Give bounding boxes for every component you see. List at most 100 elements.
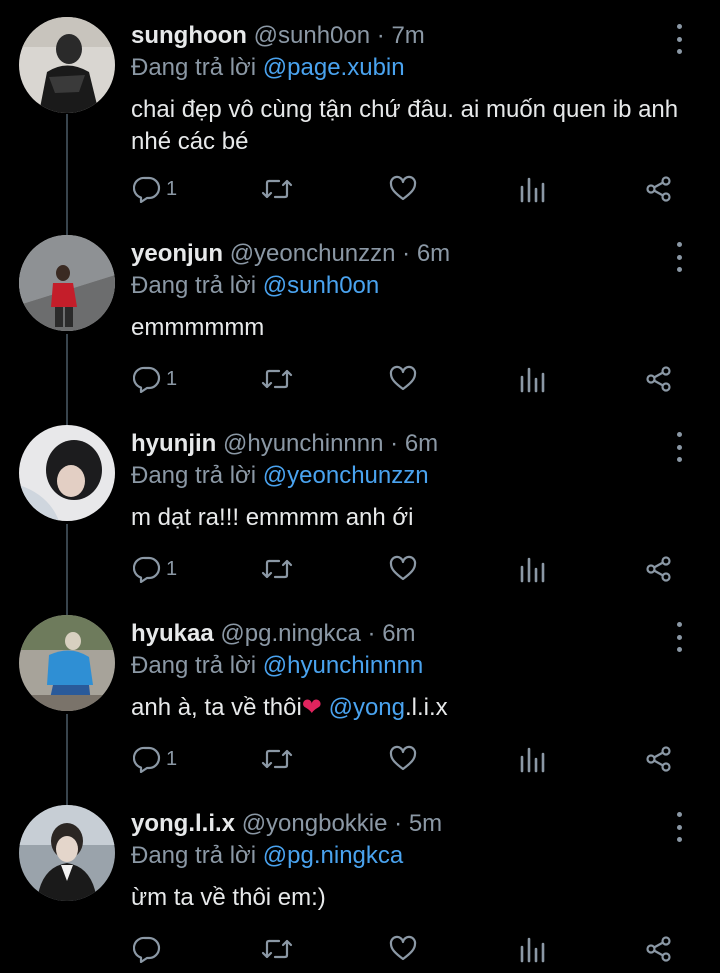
user-handle[interactable]: @pg.ningkca — [220, 620, 360, 647]
tweet-header: sunghoon @sunh0on · 7m — [131, 20, 425, 52]
analytics-button[interactable] — [518, 554, 546, 584]
display-name[interactable]: yeonjun — [131, 240, 223, 267]
replying-to: Đang trả lời @hyunchinnnn — [131, 650, 423, 682]
timestamp[interactable]: 6m — [417, 240, 450, 267]
retweet-button[interactable] — [261, 364, 293, 394]
retweet-button[interactable] — [261, 744, 293, 774]
reply-count: 1 — [166, 177, 178, 200]
timestamp[interactable]: 7m — [391, 22, 424, 49]
retweet-button[interactable] — [261, 554, 293, 584]
avatar-image — [19, 425, 115, 521]
like-icon — [389, 745, 417, 771]
like-button[interactable] — [389, 934, 417, 964]
analytics-icon — [520, 747, 545, 773]
analytics-button[interactable] — [518, 364, 546, 394]
more-icon[interactable] — [671, 432, 687, 462]
avatar[interactable] — [19, 805, 115, 901]
heart-emoji: ❤ — [301, 694, 322, 721]
tweet-actions: 1 — [0, 744, 720, 774]
timestamp[interactable]: 5m — [409, 810, 442, 837]
retweet-icon — [261, 939, 293, 959]
avatar-image — [19, 17, 115, 113]
reply-count: 1 — [166, 557, 178, 580]
tweet-text: emmmmmm — [131, 314, 265, 341]
display-name[interactable]: hyukaa — [131, 620, 214, 647]
retweet-icon — [261, 179, 293, 199]
retweet-icon — [261, 559, 293, 579]
tweet-text-part: .l.i.x — [404, 694, 448, 721]
avatar[interactable] — [19, 17, 115, 113]
mention-link[interactable]: @yong — [329, 694, 405, 721]
reply-button[interactable]: 1 — [133, 174, 177, 204]
replying-to: Đang trả lời @pg.ningkca — [131, 840, 403, 872]
share-icon — [646, 366, 671, 392]
share-button[interactable] — [645, 554, 673, 584]
user-handle[interactable]: @hyunchinnnn — [223, 430, 383, 457]
like-button[interactable] — [389, 554, 417, 584]
replying-to-handle[interactable]: @yeonchunzzn — [263, 462, 429, 489]
like-button[interactable] — [389, 364, 417, 394]
display-name[interactable]: sunghoon — [131, 22, 247, 49]
analytics-icon — [520, 937, 545, 963]
replying-to-label: Đang trả lời — [131, 842, 257, 869]
replying-to-handle[interactable]: @page.xubin — [263, 54, 405, 81]
share-icon — [646, 936, 671, 962]
avatar[interactable] — [19, 615, 115, 711]
replying-to-handle[interactable]: @hyunchinnnn — [263, 652, 423, 679]
more-icon[interactable] — [671, 812, 687, 842]
reply-icon — [133, 176, 161, 203]
like-button[interactable] — [389, 174, 417, 204]
replying-to-label: Đang trả lời — [131, 54, 257, 81]
user-handle[interactable]: @yongbokkie — [242, 810, 388, 837]
retweet-button[interactable] — [261, 934, 293, 964]
tweet-actions: 1 — [0, 554, 720, 584]
analytics-button[interactable] — [518, 744, 546, 774]
more-icon[interactable] — [671, 242, 687, 272]
replying-to-handle[interactable]: @sunh0on — [263, 272, 379, 299]
share-icon — [646, 556, 671, 582]
separator-dot: · — [367, 620, 376, 647]
avatar-image — [19, 805, 115, 901]
share-button[interactable] — [645, 174, 673, 204]
display-name[interactable]: yong.l.i.x — [131, 810, 235, 837]
timestamp[interactable]: 6m — [382, 620, 415, 647]
reply-icon — [133, 556, 161, 583]
share-button[interactable] — [645, 934, 673, 964]
replying-to: Đang trả lời @page.xubin — [131, 52, 405, 84]
tweet-header: hyukaa @pg.ningkca · 6m — [131, 618, 416, 650]
reply-count: 1 — [166, 367, 178, 390]
replying-to-label: Đang trả lời — [131, 462, 257, 489]
reply-button[interactable]: 1 — [133, 744, 177, 774]
share-icon — [646, 746, 671, 772]
reply-button[interactable]: 1 — [133, 364, 177, 394]
display-name[interactable]: hyunjin — [131, 430, 216, 457]
separator-dot: · — [402, 240, 411, 267]
reply-icon — [133, 366, 161, 393]
reply-count: 1 — [166, 747, 178, 770]
analytics-icon — [520, 557, 545, 583]
more-icon[interactable] — [671, 622, 687, 652]
user-handle[interactable]: @sunh0on — [254, 22, 370, 49]
avatar[interactable] — [19, 425, 115, 521]
avatar-image — [19, 615, 115, 711]
analytics-button[interactable] — [518, 174, 546, 204]
more-icon[interactable] — [671, 24, 687, 54]
replying-to-handle[interactable]: @pg.ningkca — [263, 842, 403, 869]
separator-dot: · — [376, 22, 385, 49]
tweet-actions: 1 — [0, 174, 720, 204]
analytics-icon — [520, 367, 545, 393]
tweet-text: chai đẹp vô cùng tận chứ đâu. ai muốn qu… — [131, 96, 679, 155]
avatar-image — [19, 235, 115, 331]
replying-to-label: Đang trả lời — [131, 652, 257, 679]
timestamp[interactable]: 6m — [405, 430, 438, 457]
reply-button[interactable] — [133, 934, 166, 964]
share-button[interactable] — [645, 744, 673, 774]
share-icon — [646, 176, 671, 202]
share-button[interactable] — [645, 364, 673, 394]
reply-button[interactable]: 1 — [133, 554, 177, 584]
user-handle[interactable]: @yeonchunzzn — [230, 240, 396, 267]
analytics-button[interactable] — [518, 934, 546, 964]
avatar[interactable] — [19, 235, 115, 331]
like-button[interactable] — [389, 744, 417, 774]
retweet-button[interactable] — [261, 174, 293, 204]
